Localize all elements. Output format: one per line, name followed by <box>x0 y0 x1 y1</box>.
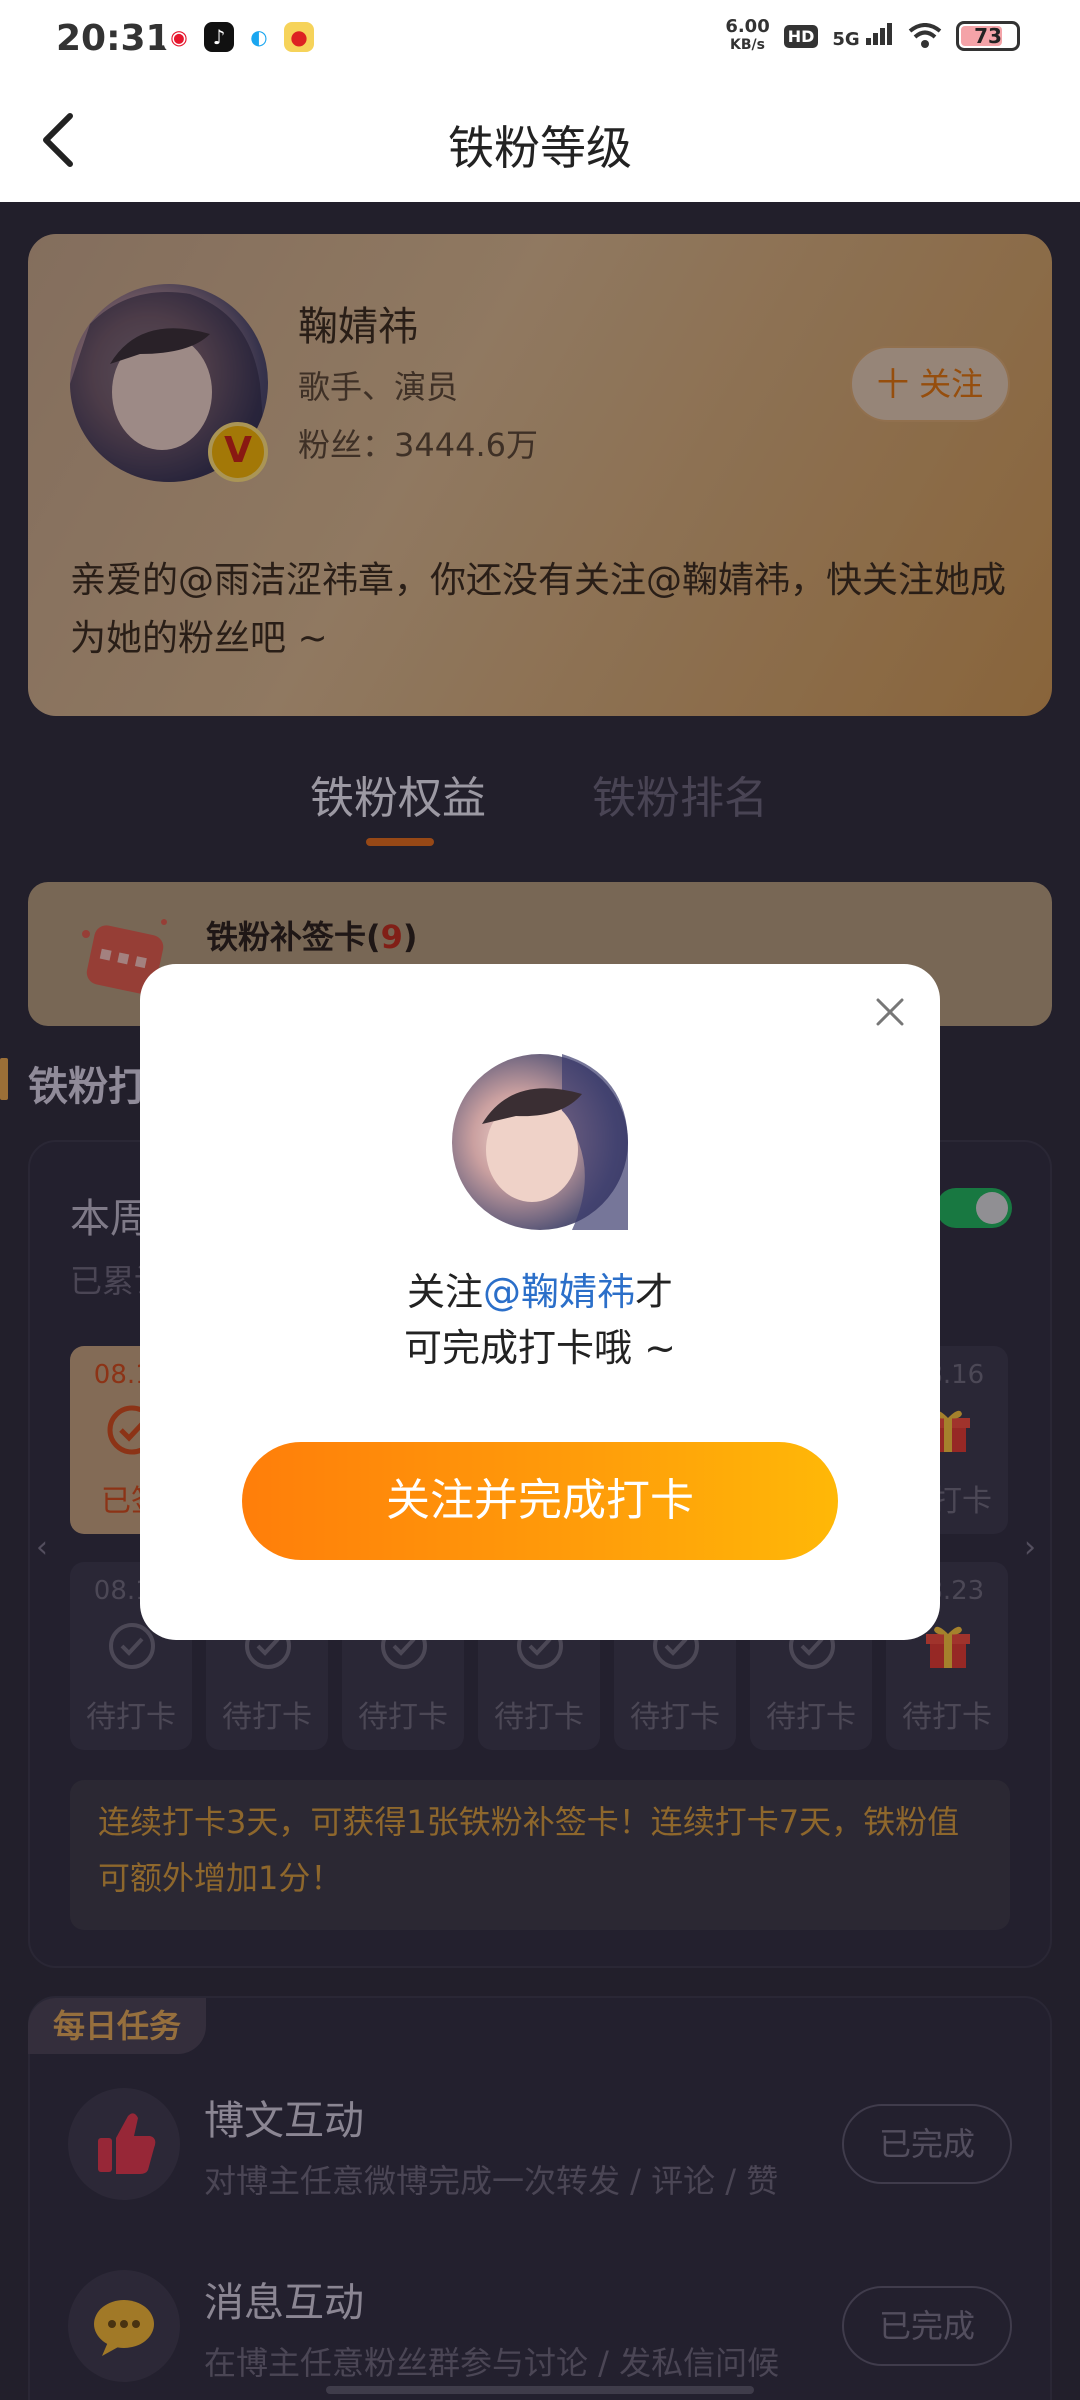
status-app-icons: ◉ ♪ ◐ ● <box>164 22 314 52</box>
battery-level: 73 <box>974 24 1002 48</box>
wifi-icon <box>908 23 942 48</box>
status-time: 20:31 <box>56 18 171 59</box>
modal-message: 关注@鞠婧祎才 可完成打卡哦 ~ <box>140 1264 940 1376</box>
speed-unit: KB/s <box>730 37 765 53</box>
follow-modal: 关注@鞠婧祎才 可完成打卡哦 ~ 关注并完成打卡 <box>140 964 940 1640</box>
status-indicators: 6.00 KB/s HD 5G 73 <box>725 18 1020 54</box>
network-type: 5G <box>832 28 860 50</box>
battery-icon: 73 <box>956 21 1020 51</box>
page-title: 铁粉等级 <box>448 121 632 175</box>
app-header: 铁粉等级 <box>0 78 1080 202</box>
hd-badge: HD <box>783 24 819 48</box>
weibo-icon: ◉ <box>164 22 194 52</box>
mention-link[interactable]: @鞠婧祎 <box>483 1270 635 1314</box>
follow-and-checkin-button[interactable]: 关注并完成打卡 <box>242 1442 838 1560</box>
signal-icon: 5G <box>832 22 894 50</box>
modal-line-2: 可完成打卡哦 ~ <box>404 1326 676 1370</box>
tiktok-icon: ♪ <box>204 22 234 52</box>
modal-line-1: 关注@鞠婧祎才 <box>140 1264 940 1320</box>
qq-icon: ◐ <box>244 22 274 52</box>
game-icon: ● <box>284 22 314 52</box>
status-bar: 20:31 ◉ ♪ ◐ ● 6.00 KB/s HD 5G 73 <box>0 0 1080 78</box>
modal-text-suffix: 才 <box>635 1270 674 1314</box>
modal-text-prefix: 关注 <box>406 1270 483 1314</box>
speed-value: 6.00 <box>725 16 770 37</box>
avatar <box>452 1054 628 1230</box>
network-speed: 6.00 KB/s <box>725 18 769 54</box>
close-icon[interactable] <box>870 992 910 1032</box>
